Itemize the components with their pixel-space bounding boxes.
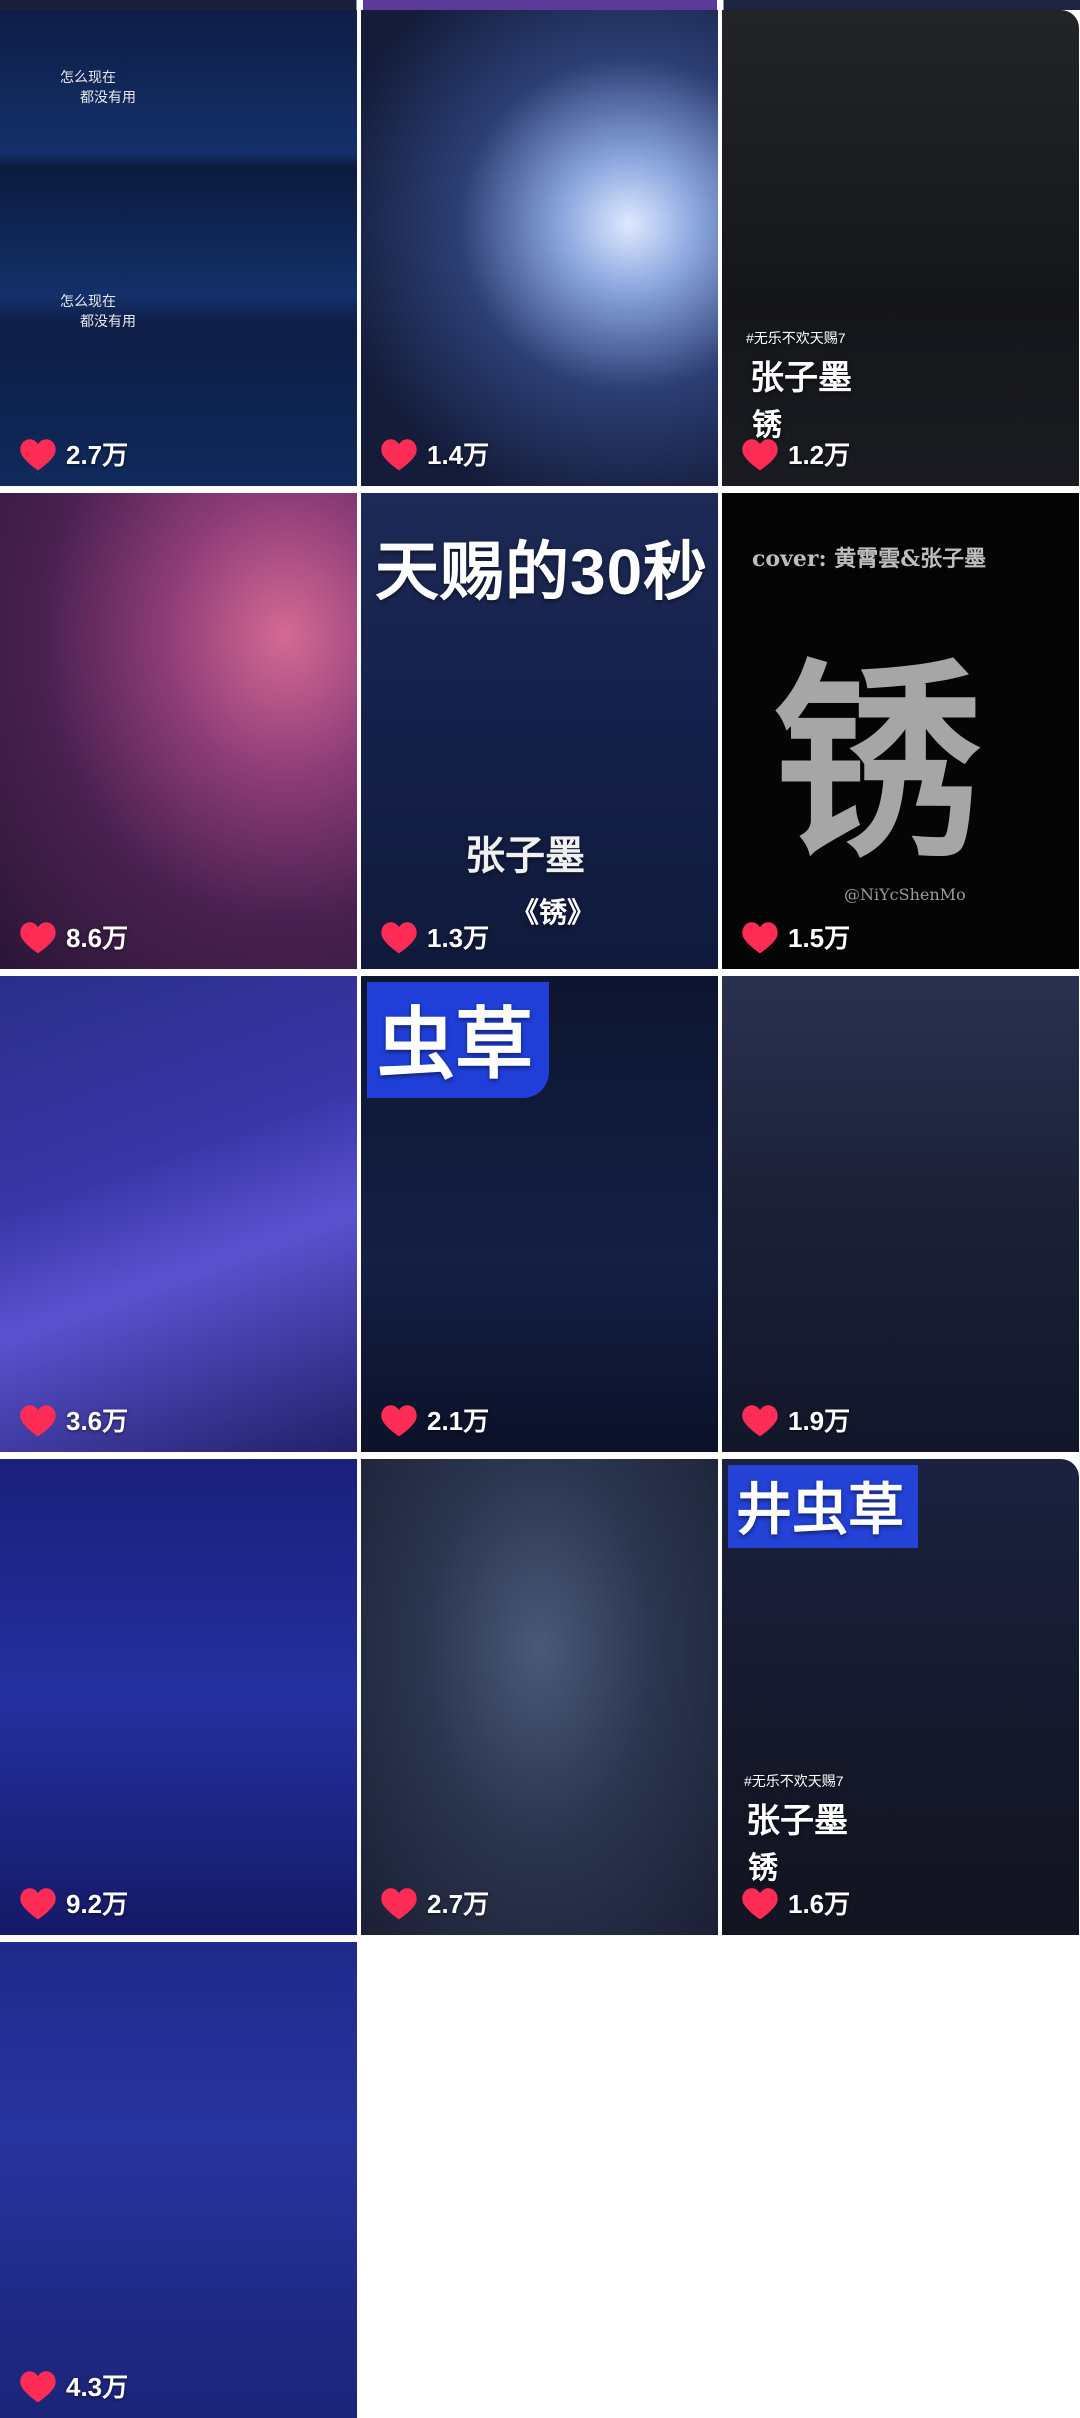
heart-icon <box>742 1404 778 1436</box>
video-tile-8[interactable]: 虫草 2.1万 <box>361 976 718 1452</box>
like-count: 2.7万 <box>18 435 128 472</box>
song-title: 锈 <box>748 1852 778 1885</box>
like-count-label: 3.6万 <box>66 1406 129 1436</box>
artist-name: 张子墨 <box>746 1802 848 1840</box>
video-tile-4[interactable]: 8.6万 <box>0 493 357 969</box>
video-tile-13[interactable]: 4.3万 <box>0 1942 357 2418</box>
like-count-label: 9.2万 <box>66 1889 129 1919</box>
stage-sign: 虫草 <box>367 982 550 1098</box>
like-count-label: 2.1万 <box>427 1406 490 1436</box>
thumbnail <box>361 1459 718 1935</box>
video-tile-7[interactable]: 3.6万 <box>0 976 357 1452</box>
subtitle: 怎么现在 <box>60 69 116 85</box>
like-count: 4.3万 <box>18 2367 128 2404</box>
video-tile-11[interactable]: 2.7万 <box>361 1459 718 1935</box>
like-count: 3.6万 <box>18 1401 128 1438</box>
song-title: 《锈》 <box>511 897 596 928</box>
artist-name: 张子墨 <box>750 359 852 397</box>
like-count-label: 4.3万 <box>66 2372 129 2402</box>
like-count: 1.9万 <box>740 1401 850 1438</box>
stage-sign: 井虫草 <box>728 1465 918 1548</box>
big-character: 锈 <box>772 639 983 886</box>
heart-icon <box>381 438 417 470</box>
hashtag-label: #无乐不欢天赐7 <box>744 1773 844 1789</box>
like-count-label: 1.5万 <box>788 923 851 953</box>
thumbnail <box>0 1942 357 2418</box>
video-tile-10[interactable]: 9.2万 <box>0 1459 357 1935</box>
like-count-label: 2.7万 <box>427 1889 490 1919</box>
cover-credit: cover: 黄霄雲&张子墨 <box>752 546 987 572</box>
video-tile-9[interactable]: 1.9万 <box>722 976 1079 1452</box>
subtitle: 都没有用 <box>80 89 136 105</box>
like-count: 1.5万 <box>740 918 850 955</box>
heart-icon <box>742 921 778 953</box>
heart-icon <box>20 921 56 953</box>
like-count: 9.2万 <box>18 1884 128 1921</box>
video-tile-12[interactable]: 井虫草 #无乐不欢天赐7 张子墨 锈 1.6万 <box>722 1459 1079 1935</box>
thumbnail <box>361 10 718 486</box>
like-count: 8.6万 <box>18 918 128 955</box>
like-count-label: 1.9万 <box>788 1406 851 1436</box>
hashtag-label: #无乐不欢天赐7 <box>746 330 846 346</box>
like-count-label: 1.2万 <box>788 440 851 470</box>
thumbnail <box>0 493 357 969</box>
like-count-label: 1.3万 <box>427 923 490 953</box>
heart-icon <box>20 1404 56 1436</box>
video-tile-6[interactable]: cover: 黄霄雲&张子墨 锈 @NiYcShenMo 1.5万 <box>722 493 1079 969</box>
like-count: 1.6万 <box>740 1884 850 1921</box>
previous-row-strip <box>0 0 1080 10</box>
heart-icon <box>381 1404 417 1436</box>
subtitle: 都没有用 <box>80 313 136 329</box>
subtitle: 怎么现在 <box>60 293 116 309</box>
heart-icon <box>381 921 417 953</box>
heart-icon <box>20 2370 56 2402</box>
headline: 天赐的30秒 <box>375 536 709 608</box>
heart-icon <box>742 1887 778 1919</box>
like-count-label: 1.4万 <box>427 440 490 470</box>
thumbnail <box>0 1459 357 1935</box>
video-tile-2[interactable]: 1.4万 <box>361 10 718 486</box>
thumbnail <box>0 976 357 1452</box>
like-count: 2.7万 <box>379 1884 489 1921</box>
like-count: 1.3万 <box>379 918 489 955</box>
like-count: 1.2万 <box>740 435 850 472</box>
heart-icon <box>20 438 56 470</box>
video-tile-5[interactable]: 天赐的30秒 张子墨 《锈》 1.3万 <box>361 493 718 969</box>
video-tile-3[interactable]: #无乐不欢天赐7 张子墨 锈 1.2万 <box>722 10 1079 486</box>
thumbnail <box>722 976 1079 1452</box>
video-tile-1[interactable]: 怎么现在 都没有用 怎么现在 都没有用 2.7万 <box>0 10 357 486</box>
heart-icon <box>381 1887 417 1919</box>
heart-icon <box>742 438 778 470</box>
like-count: 2.1万 <box>379 1401 489 1438</box>
heart-icon <box>20 1887 56 1919</box>
like-count: 1.4万 <box>379 435 489 472</box>
like-count-label: 1.6万 <box>788 1889 851 1919</box>
watermark: @NiYcShenMo <box>844 885 966 904</box>
like-count-label: 8.6万 <box>66 923 129 953</box>
like-count-label: 2.7万 <box>66 440 129 470</box>
artist-name: 张子墨 <box>465 834 585 878</box>
thumbnail <box>0 10 357 486</box>
